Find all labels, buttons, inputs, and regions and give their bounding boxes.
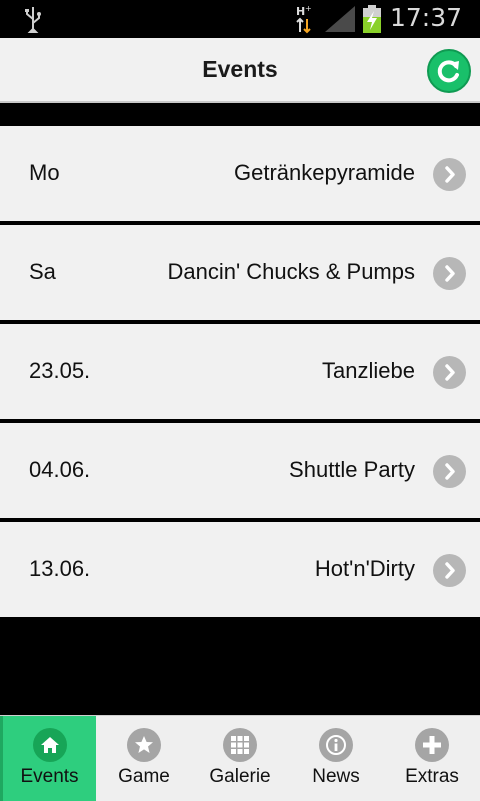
nav-item-extras[interactable]: Extras <box>384 716 480 801</box>
event-row[interactable]: 13.06. Hot'n'Dirty <box>0 522 480 617</box>
app-header: Events <box>0 38 480 103</box>
event-name: Getränkepyramide <box>234 160 415 185</box>
event-date: 23.05. <box>29 358 91 383</box>
event-name: Tanzliebe <box>322 358 415 383</box>
event-name: Shuttle Party <box>289 457 415 482</box>
nav-item-game[interactable]: Game <box>96 716 192 801</box>
refresh-icon <box>437 60 459 83</box>
bottom-nav: Events Game Galerie News Extras <box>0 715 480 801</box>
event-date: Sa <box>29 259 56 284</box>
status-time: 17:37 <box>390 3 463 32</box>
event-name: Hot'n'Dirty <box>314 556 415 581</box>
event-row[interactable]: Sa Dancin' Chucks & Pumps <box>0 225 480 320</box>
event-row[interactable]: 23.05. Tanzliebe <box>0 324 480 419</box>
event-row[interactable]: Mo Getränkepyramide <box>0 126 480 221</box>
chevron-right-icon[interactable] <box>433 257 466 290</box>
chevron-right-icon[interactable] <box>433 356 466 389</box>
grid-icon <box>223 728 257 762</box>
event-row[interactable]: 04.06. Shuttle Party <box>0 423 480 518</box>
nav-item-news[interactable]: News <box>288 716 384 801</box>
nav-label: Galerie <box>209 766 271 787</box>
home-icon <box>32 728 67 762</box>
nav-label: Game <box>118 766 170 787</box>
network-activity-icon: H + <box>296 4 312 34</box>
page-title: Events <box>202 56 278 82</box>
chevron-right-icon[interactable] <box>433 158 466 191</box>
nav-item-galerie[interactable]: Galerie <box>192 716 288 801</box>
event-name: Dancin' Chucks & Pumps <box>167 259 415 284</box>
svg-text:+: + <box>305 4 312 13</box>
event-date: 04.06. <box>29 457 91 482</box>
signal-icon <box>325 6 355 32</box>
info-icon <box>319 728 353 762</box>
event-list: Mo Getränkepyramide Sa Dancin' Chucks & … <box>0 126 480 621</box>
battery-charging-icon <box>363 5 381 33</box>
event-date: 13.06. <box>29 556 91 581</box>
star-icon <box>127 728 161 762</box>
plus-icon <box>415 728 449 762</box>
nav-label: Extras <box>405 766 459 787</box>
nav-item-events[interactable]: Events <box>0 716 96 801</box>
usb-icon <box>25 7 41 33</box>
event-date: Mo <box>29 160 60 185</box>
svg-text:H: H <box>296 5 305 18</box>
chevron-right-icon[interactable] <box>433 455 466 488</box>
nav-label: News <box>312 766 360 787</box>
chevron-right-icon[interactable] <box>433 554 466 587</box>
refresh-button[interactable] <box>427 49 471 93</box>
status-bar: H + 17:37 <box>0 0 480 38</box>
nav-label: Events <box>20 766 79 787</box>
